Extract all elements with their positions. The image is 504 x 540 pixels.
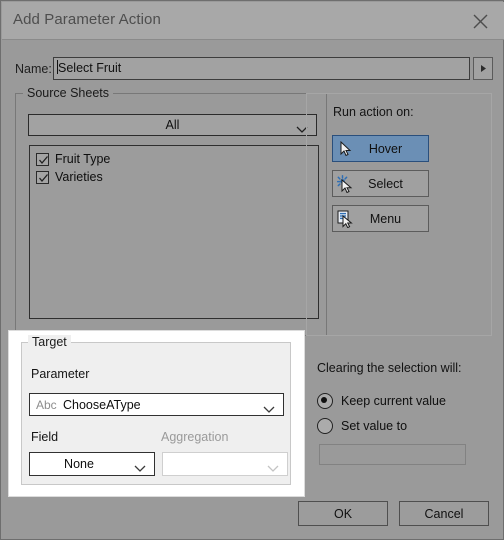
aggregation-combo (162, 452, 288, 476)
list-item-label: Varieties (55, 170, 103, 184)
set-value-input[interactable] (319, 444, 466, 465)
target-legend: Target (28, 335, 71, 349)
radio-keep-current-value-label: Keep current value (341, 394, 446, 408)
radio-set-value-to[interactable]: Set value to (317, 418, 407, 434)
list-item[interactable]: Fruit Type (30, 150, 318, 168)
checkbox-checked[interactable] (36, 170, 49, 184)
field-label: Field (31, 430, 59, 444)
aggregation-label: Aggregation (161, 430, 229, 444)
parameter-value: ChooseAType (63, 398, 141, 412)
cancel-button[interactable]: Cancel (399, 501, 489, 526)
list-item-label: Fruit Type (55, 152, 111, 166)
checkbox-checked[interactable] (36, 152, 49, 166)
checkmark-icon (39, 173, 48, 182)
parameter-combo[interactable]: Abc ChooseAType (29, 393, 284, 416)
name-more-button[interactable] (473, 57, 493, 80)
run-action-select-button[interactable]: Select (332, 170, 429, 197)
run-action-hover-button[interactable]: Hover (332, 135, 429, 162)
list-item[interactable]: Varieties (30, 168, 318, 186)
add-parameter-action-dialog: Add Parameter Action Name: Select Fruit … (0, 0, 504, 540)
run-action-menu-button[interactable]: Menu (332, 205, 429, 232)
radio-set-value-to-label: Set value to (341, 419, 408, 433)
parameter-label: Parameter (31, 367, 90, 381)
radio-keep-current-value[interactable]: Keep current value (317, 393, 446, 409)
name-input[interactable]: Select Fruit (53, 57, 470, 80)
chevron-down-icon (263, 401, 275, 419)
run-action-menu-label: Menu (369, 211, 402, 226)
mouse-pointer-menu-icon (333, 210, 359, 228)
radio-button-selected[interactable] (317, 393, 333, 409)
triangle-right-icon (480, 65, 486, 72)
run-action-label: Run action on: (333, 105, 414, 119)
field-value: None (64, 457, 94, 471)
name-input-value: Select Fruit (58, 61, 122, 75)
clearing-selection-label: Clearing the selection will: (317, 361, 462, 375)
name-label: Name: (15, 62, 52, 76)
field-combo[interactable]: None (29, 452, 155, 476)
ok-button[interactable]: OK (298, 501, 388, 526)
mouse-pointer-icon (333, 140, 359, 157)
chevron-down-icon (134, 460, 146, 478)
dialog-title: Add Parameter Action (13, 11, 161, 28)
parameter-type-badge: Abc (36, 398, 57, 412)
checkmark-icon (39, 155, 48, 164)
source-sheets-filter-combo[interactable]: All (28, 114, 317, 136)
source-sheets-listbox[interactable]: Fruit Type Varieties (29, 145, 319, 319)
mouse-pointer-click-icon (333, 174, 359, 193)
chevron-down-icon (267, 460, 279, 478)
source-sheets-legend: Source Sheets (23, 86, 113, 100)
dialog-titlebar: Add Parameter Action (2, 2, 504, 40)
close-icon[interactable] (458, 4, 502, 38)
source-sheets-filter-value: All (165, 118, 180, 132)
run-action-hover-label: Hover (368, 141, 403, 156)
run-action-select-label: Select (368, 176, 403, 191)
radio-button-unselected[interactable] (317, 418, 333, 434)
